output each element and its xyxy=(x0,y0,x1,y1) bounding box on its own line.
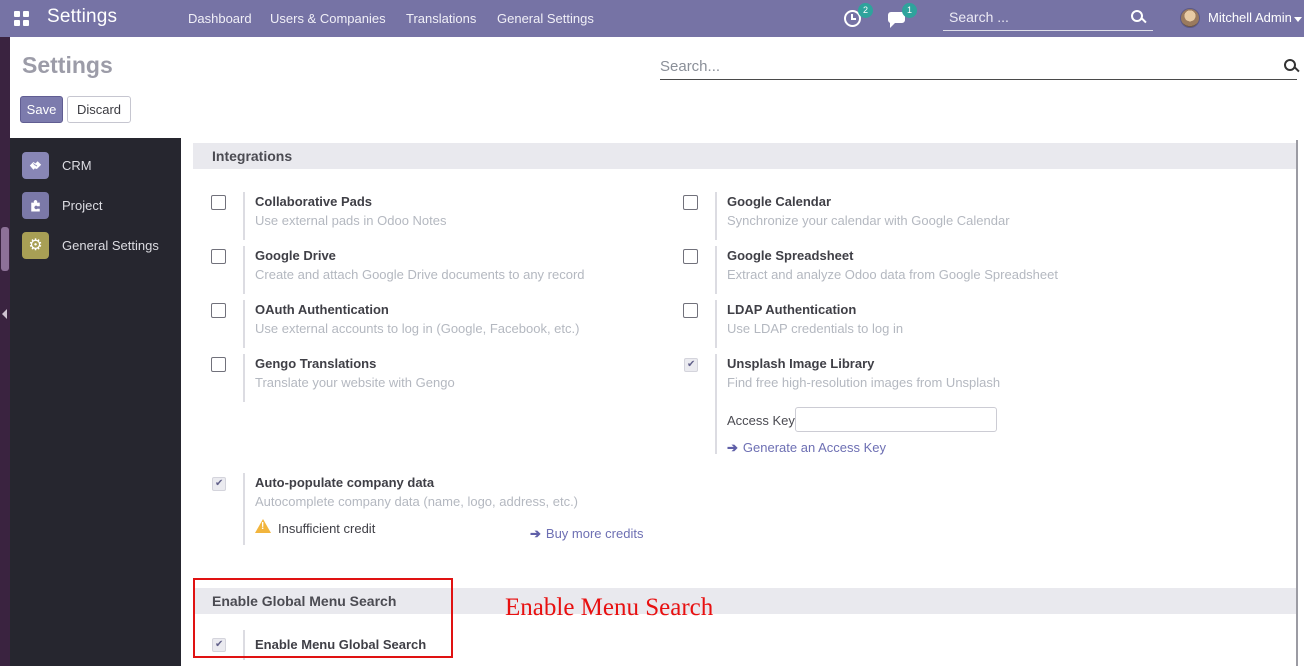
settings-search xyxy=(660,53,1297,80)
sidebar-item-label: General Settings xyxy=(62,238,159,253)
oauth-authentication-checkbox[interactable] xyxy=(211,303,226,318)
settings-search-input[interactable] xyxy=(660,55,1250,77)
setting-title: LDAP Authentication xyxy=(727,302,856,317)
top-navbar: Settings Dashboard Users & Companies Tra… xyxy=(0,0,1304,37)
project-icon xyxy=(22,192,49,219)
access-key-input[interactable] xyxy=(795,407,997,432)
page-title: Settings xyxy=(22,52,113,79)
apps-grid-icon[interactable] xyxy=(14,11,29,26)
sidebar-scrollbar-thumb[interactable] xyxy=(1,227,9,271)
generate-access-key-link[interactable]: ➔Generate an Access Key xyxy=(727,440,886,456)
warning-icon xyxy=(255,519,271,533)
setting-title: Enable Menu Global Search xyxy=(255,637,426,652)
section-title: Enable Global Menu Search xyxy=(212,593,396,609)
activity-count-badge: 2 xyxy=(858,3,873,18)
divider xyxy=(243,630,245,660)
navbar-search-input[interactable] xyxy=(949,7,1119,27)
gear-icon: ⚙ xyxy=(22,232,49,259)
integrations-section-header: Integrations xyxy=(193,143,1296,169)
google-spreadsheet-checkbox[interactable] xyxy=(683,249,698,264)
ldap-authentication-checkbox[interactable] xyxy=(683,303,698,318)
left-edge-strip xyxy=(0,37,10,666)
sidebar-item-general-settings[interactable]: ⚙ General Settings xyxy=(10,232,181,272)
setting-desc: Find free high-resolution images from Un… xyxy=(727,375,1000,390)
setting-desc: Extract and analyze Odoo data from Googl… xyxy=(727,267,1058,282)
settings-content: Integrations Collaborative Pads Use exte… xyxy=(181,138,1304,666)
setting-desc: Use external accounts to log in (Google,… xyxy=(255,321,579,336)
setting-title: Gengo Translations xyxy=(255,356,376,371)
setting-title: Collaborative Pads xyxy=(255,194,372,209)
vertical-scrollbar[interactable] xyxy=(1296,140,1298,666)
caret-down-icon xyxy=(1294,17,1302,22)
setting-title: OAuth Authentication xyxy=(255,302,389,317)
navbar-search-icon[interactable] xyxy=(1131,10,1145,24)
setting-desc: Translate your website with Gengo xyxy=(255,375,455,390)
save-button[interactable]: Save xyxy=(20,96,63,123)
sidebar-item-label: Project xyxy=(62,198,102,213)
section-title: Integrations xyxy=(212,148,292,164)
setting-title: Auto-populate company data xyxy=(255,475,434,490)
divider xyxy=(243,192,245,240)
enable-menu-global-search-checkbox[interactable] xyxy=(212,638,226,652)
setting-title: Google Calendar xyxy=(727,194,831,209)
sidebar-collapse-icon[interactable] xyxy=(2,309,7,319)
settings-search-icon[interactable] xyxy=(1284,59,1298,73)
app-title[interactable]: Settings xyxy=(47,6,117,28)
user-avatar xyxy=(1180,8,1200,28)
unsplash-checkbox[interactable] xyxy=(684,358,698,372)
navbar-search xyxy=(943,5,1153,31)
setting-desc: Use external pads in Odoo Notes xyxy=(255,213,447,228)
collaborative-pads-checkbox[interactable] xyxy=(211,195,226,210)
sidebar-item-label: CRM xyxy=(62,158,92,173)
buy-more-credits-link[interactable]: ➔Buy more credits xyxy=(530,526,643,542)
setting-desc: Synchronize your calendar with Google Ca… xyxy=(727,213,1010,228)
setting-desc: Create and attach Google Drive documents… xyxy=(255,267,585,282)
crm-icon xyxy=(22,152,49,179)
discard-button[interactable]: Discard xyxy=(67,96,131,123)
divider xyxy=(243,246,245,294)
divider xyxy=(715,192,717,240)
divider xyxy=(243,473,245,545)
divider xyxy=(243,354,245,402)
nav-menu-general-settings[interactable]: General Settings xyxy=(497,11,594,26)
nav-menu-dashboard[interactable]: Dashboard xyxy=(188,11,252,26)
divider xyxy=(243,300,245,348)
messages-menu[interactable]: 1 xyxy=(884,6,920,32)
google-drive-checkbox[interactable] xyxy=(211,249,226,264)
menu-search-section-header: Enable Global Menu Search xyxy=(193,588,1296,614)
setting-title: Google Spreadsheet xyxy=(727,248,853,263)
setting-title: Google Drive xyxy=(255,248,336,263)
divider xyxy=(715,354,717,454)
sidebar-item-crm[interactable]: CRM xyxy=(10,152,181,192)
gengo-translations-checkbox[interactable] xyxy=(211,357,226,372)
google-calendar-checkbox[interactable] xyxy=(683,195,698,210)
sidebar-item-project[interactable]: Project xyxy=(10,192,181,232)
setting-title: Unsplash Image Library xyxy=(727,356,874,371)
nav-menu-translations[interactable]: Translations xyxy=(406,11,476,26)
arrow-right-icon: ➔ xyxy=(530,526,541,542)
setting-desc: Use LDAP credentials to log in xyxy=(727,321,903,336)
activity-menu[interactable]: 2 xyxy=(840,6,876,32)
divider xyxy=(715,300,717,348)
settings-sidebar: CRM Project ⚙ General Settings xyxy=(10,138,181,666)
message-count-badge: 1 xyxy=(902,3,917,18)
annotation-text: Enable Menu Search xyxy=(505,594,713,622)
nav-menu-users-companies[interactable]: Users & Companies xyxy=(270,11,386,26)
access-key-label: Access Key xyxy=(727,413,795,428)
arrow-right-icon: ➔ xyxy=(727,440,738,456)
setting-desc: Autocomplete company data (name, logo, a… xyxy=(255,494,578,509)
control-panel: Settings Save Discard xyxy=(0,37,1304,138)
insufficient-credit-warning: Insufficient credit xyxy=(255,519,375,536)
user-name: Mitchell Admin xyxy=(1208,10,1292,25)
auto-populate-checkbox[interactable] xyxy=(212,477,226,491)
divider xyxy=(715,246,717,294)
